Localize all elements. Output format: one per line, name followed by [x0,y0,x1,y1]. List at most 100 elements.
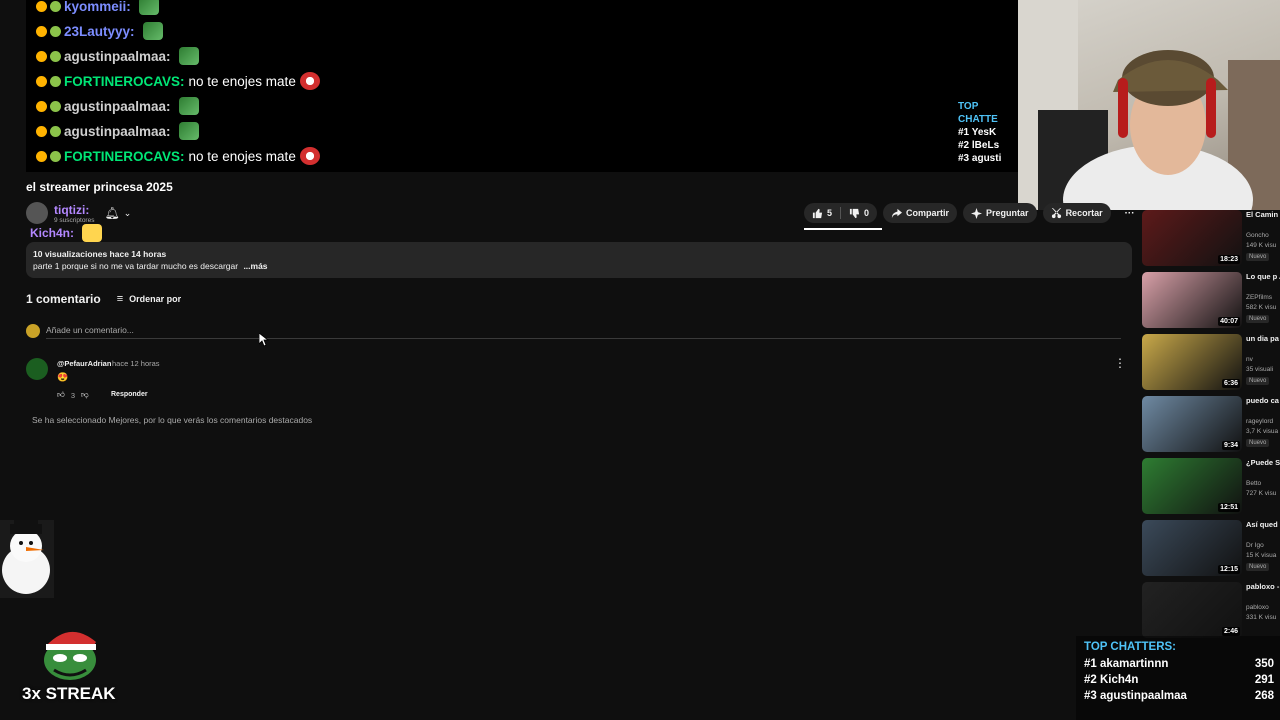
badge-icon [50,100,61,112]
recommended-video[interactable]: 12:51 ¿Puede S Gaben? Betto 727 K visu [1140,458,1280,516]
chatter-count: 350 [1254,658,1274,670]
recommended-video[interactable]: 18:23 El Camin Goncho 149 K visu Nuevo [1140,210,1280,268]
comment-menu-icon[interactable]: ⋮ [1114,356,1126,370]
recommended-video[interactable]: 12:15 Así qued Dr Igo 15 K visua Nuevo [1140,520,1280,578]
video-duration: 9:34 [1221,441,1240,450]
badge-icon [36,0,47,12]
video-channel[interactable]: pabloxo [1246,604,1280,611]
new-badge: Nuevo [1246,377,1270,385]
video-views: 727 K visu [1246,490,1277,497]
ask-label: Preguntar [986,208,1029,218]
chatter-rank: #2 [1084,674,1097,686]
like-dislike-group: 5 0 [804,203,878,223]
video-thumbnail[interactable]: 2:46 [1142,582,1242,638]
top-chatter-row: #1 akamartinnn 350 [1084,658,1274,670]
pepe-santa-emote-icon [44,631,96,680]
chat-line: FORTINEROCAVS: no te enojes mate [36,145,320,167]
recommended-video[interactable]: 2:46 pabloxo - clones (p pabloxo 331 K visu [1140,582,1280,640]
new-badge: Nuevo [1246,439,1270,447]
emote-icon [178,47,199,65]
comments-header: 1 comentario ≡ Ordenar por [26,292,181,306]
video-views: 15 K visua [1246,552,1277,559]
comment-input[interactable] [46,322,1121,339]
scissors-icon [1051,207,1061,218]
thumbs-up-icon [812,208,823,218]
video-title[interactable]: pabloxo - clones (p [1246,582,1280,592]
share-icon [891,208,903,218]
view-stats: 10 visualizaciones hace 14 horas [33,249,167,259]
dislike-button[interactable]: 0 [849,208,869,219]
video-channel[interactable]: Betto [1246,480,1280,487]
video-views: 582 K visu [1246,304,1277,311]
streak-label: 3x STREAK [22,684,116,703]
badge-icon [50,50,61,62]
video-duration: 12:15 [1218,565,1240,574]
video-thumbnail[interactable]: 9:34 [1142,396,1242,452]
video-views: 3,7 K visua [1246,428,1279,435]
dislike-count: 0 [864,208,870,218]
chat-username: agustinpaalmaa: [64,98,171,114]
emote-icon [142,22,163,40]
badge-icon [36,100,47,112]
description-box[interactable]: 10 visualizaciones hace 14 horas parte 1… [26,242,1132,278]
video-thumbnail[interactable]: 40:07 [1142,272,1242,328]
top-chatters-overlay-small: TOP CHATTE #1 YesK #2 lBeLs #3 agusti [958,100,1018,165]
video-title[interactable]: ¿Puede S Gaben? [1246,458,1280,468]
video-duration: 18:23 [1218,255,1240,264]
recommended-video[interactable]: 40:07 Lo que p AMERICA ZEPfilms 582 K visu N… [1140,272,1280,330]
chat-username: agustinpaalmaa: [64,48,171,64]
chatter-count: 268 [1254,690,1274,702]
video-title[interactable]: Lo que p AMERICA [1246,272,1280,282]
chat-line: agustinpaalmaa: [36,95,199,117]
badge-icon [50,25,61,37]
channel-avatar[interactable] [26,202,48,224]
video-title[interactable]: puedo ca [1246,396,1280,406]
sparkle-icon [971,207,983,219]
badge-icon [50,0,61,12]
video-channel[interactable]: Goncho [1246,232,1280,239]
comment-author[interactable]: @PefaurAdrian [57,359,111,368]
sort-button[interactable]: ≡ Ordenar por [117,293,181,305]
show-more-link[interactable]: ...más [243,261,267,271]
share-button[interactable]: Compartir [883,203,958,223]
reply-button[interactable]: Responder [111,391,148,398]
chevron-down-icon[interactable]: ⌄ [124,208,132,219]
video-title[interactable]: El Camin [1246,210,1280,220]
mouse-cursor-icon [259,333,269,347]
comment-dislike-button[interactable]: 👎︎ [81,390,89,400]
comment-like-button[interactable]: 👍︎ [57,390,65,400]
video-title[interactable]: Así qued [1246,520,1280,530]
video-thumbnail[interactable]: 12:51 [1142,458,1242,514]
chat-line: FORTINEROCAVS: no te enojes mate [36,70,320,92]
video-player[interactable]: kyommeii: 23Lautyyy: agustinpaalmaa: FORTIN… [26,0,1018,172]
video-duration: 2:46 [1221,627,1240,636]
video-channel[interactable]: ZEPfilms [1246,294,1280,301]
video-views: 35 visuali [1246,366,1274,373]
comment-thread: @PefaurAdrian hace 12 horas 😍 👍︎ 3 👎︎ Re… [26,356,1126,406]
video-channel[interactable]: rageylord [1246,418,1280,425]
video-channel[interactable]: Dr Igo [1246,542,1280,549]
emote-icon [299,72,320,90]
video-thumbnail[interactable]: 6:36 [1142,334,1242,390]
bell-icon[interactable]: 🔔︎ [104,206,119,220]
ask-button[interactable]: Preguntar [963,203,1037,223]
video-title[interactable]: un dia pa [1246,334,1280,344]
badge-icon [36,150,47,162]
like-button[interactable]: 5 [812,208,832,219]
video-thumbnail[interactable]: 12:15 [1142,520,1242,576]
clip-button[interactable]: Recortar [1042,203,1111,223]
comment-time[interactable]: hace 12 horas [112,359,160,368]
sort-icon: ≡ [116,293,124,305]
bottom-overlay-user-2: Kich4n: [30,226,75,240]
video-thumbnail[interactable]: 18:23 [1142,210,1242,266]
recommended-video[interactable]: 9:34 puedo ca rageylord 3,7 K visua Nuevo [1140,396,1280,454]
more-actions-button[interactable]: ··· [1117,208,1143,219]
emote-icon [178,97,199,115]
badge-icon [36,25,47,37]
chatter-count: 291 [1254,674,1274,686]
description-text: parte 1 porque si no me va tardar mucho … [33,261,268,271]
recommended-video[interactable]: 6:36 un dia pa nv 35 visuali Nuevo [1140,334,1280,392]
badge-icon [36,75,47,87]
video-channel[interactable]: nv [1246,356,1280,363]
comment-author-avatar[interactable] [26,358,48,380]
